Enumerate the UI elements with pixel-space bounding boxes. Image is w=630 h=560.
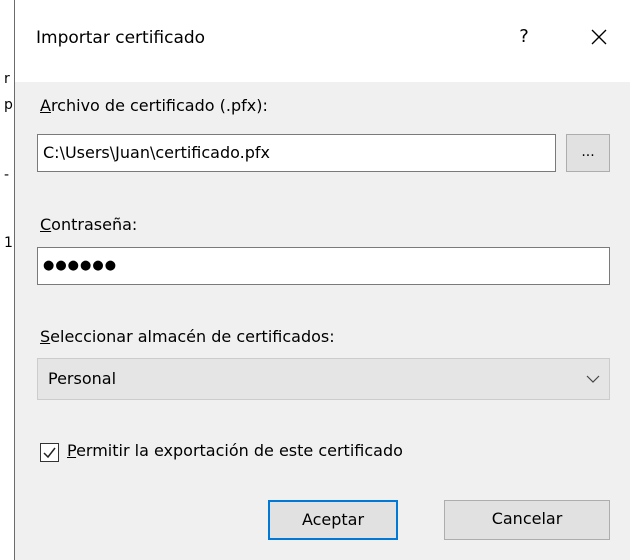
help-button[interactable]: ?: [512, 22, 536, 52]
background-text: p: [4, 97, 13, 113]
close-button[interactable]: [583, 20, 615, 54]
cancel-button[interactable]: Cancelar: [444, 500, 610, 540]
certificate-store-select[interactable]: Personal: [37, 358, 610, 400]
access-key: A: [40, 96, 51, 115]
access-key: S: [40, 327, 51, 346]
certificate-file-label: Archivo de certificado (.pfx):: [40, 96, 268, 115]
label-text: eleccionar almacén de certificados:: [50, 327, 335, 346]
certificate-file-input[interactable]: C:\Users\Juan\certificado.pfx: [37, 134, 556, 172]
chevron-down-icon: [586, 375, 600, 383]
background-text: r: [4, 71, 10, 87]
access-key: P: [67, 441, 77, 460]
browse-button[interactable]: ...: [566, 134, 610, 172]
close-icon: [591, 29, 607, 45]
dialog-title: Importar certificado: [36, 28, 206, 48]
selected-store: Personal: [48, 369, 117, 388]
import-certificate-dialog: Importar certificado ? Archivo de certif…: [14, 0, 630, 560]
title-bar: Importar certificado ?: [15, 0, 630, 82]
access-key: C: [40, 215, 52, 234]
background-window: r p - 1: [0, 0, 14, 560]
allow-export-label[interactable]: Permitir la exportación de este certific…: [67, 441, 403, 460]
password-input[interactable]: ●●●●●●: [37, 247, 610, 285]
ok-button[interactable]: Aceptar: [268, 500, 398, 540]
label-text: ermitir la exportación de este certifica…: [76, 441, 403, 460]
certificate-store-label: Seleccionar almacén de certificados:: [40, 327, 335, 346]
label-text: rchivo de certificado (.pfx):: [50, 96, 268, 115]
label-text: ontraseña:: [51, 215, 138, 234]
allow-export-checkbox[interactable]: [40, 443, 59, 462]
checkmark-icon: [43, 447, 56, 459]
background-text: 1: [4, 235, 13, 251]
password-label: Contraseña:: [40, 215, 137, 234]
background-text: -: [4, 167, 10, 183]
